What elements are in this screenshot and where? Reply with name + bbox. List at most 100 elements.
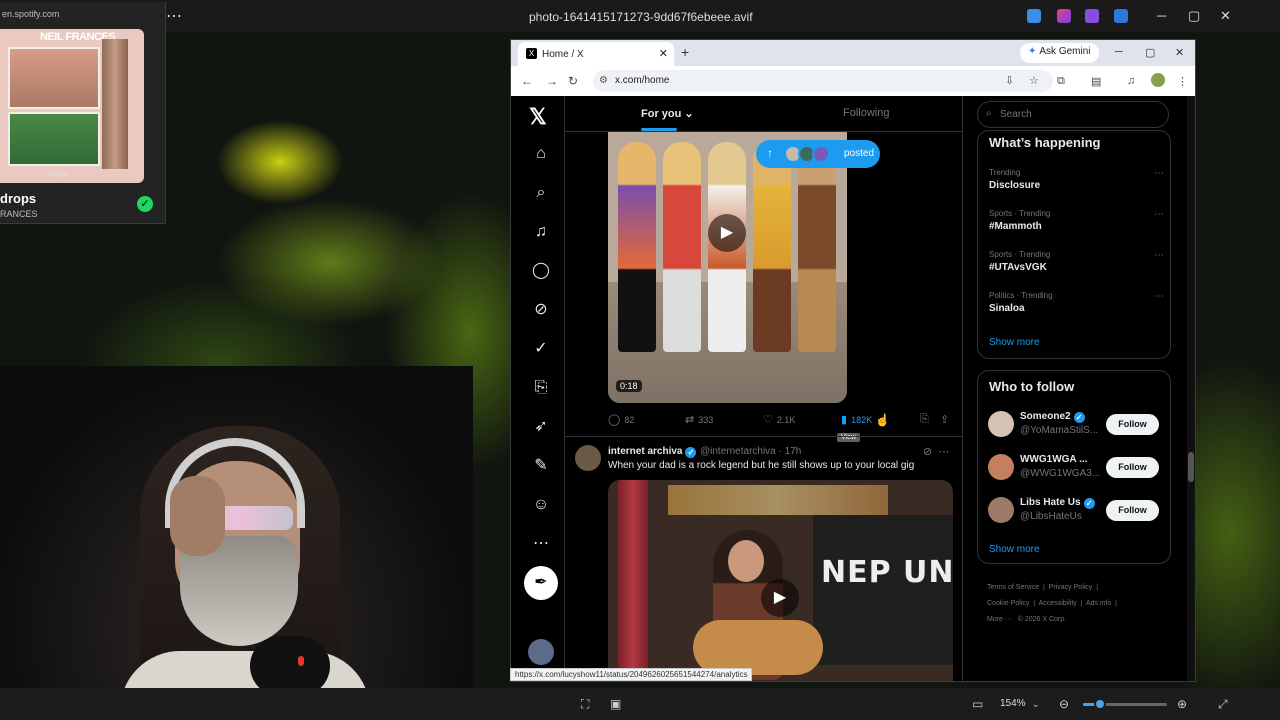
- album-art[interactable]: NEIL FRANCES drops: [0, 29, 144, 183]
- song-artist[interactable]: RANCES: [0, 209, 38, 219]
- notifications-icon[interactable]: ♫: [531, 222, 551, 242]
- footer-terms-link[interactable]: Terms of Service: [987, 584, 1039, 591]
- browser-maximize-icon[interactable]: ▢: [1145, 46, 1155, 59]
- post-more-icon[interactable]: ⋯: [938, 446, 949, 458]
- tab-home-x[interactable]: X Home / X ✕: [518, 42, 674, 66]
- account-avatar[interactable]: [988, 454, 1014, 480]
- maximize-icon[interactable]: ▢: [1188, 8, 1200, 24]
- reload-icon[interactable]: ↻: [568, 74, 578, 88]
- visual-search-icon[interactable]: ⛶: [581, 697, 589, 712]
- zoom-dropdown-icon[interactable]: ⌄: [1032, 699, 1040, 710]
- reading-mode-icon[interactable]: ▤: [1091, 75, 1101, 88]
- account-avatar[interactable]: [988, 411, 1014, 437]
- tab-for-you[interactable]: For you ⌄: [641, 107, 694, 120]
- explore-search-icon[interactable]: ⌕: [531, 183, 551, 203]
- account-avatar[interactable]: [528, 639, 554, 665]
- compose-post-button[interactable]: ✒: [524, 566, 558, 600]
- footer-privacy-link[interactable]: Privacy Policy: [1049, 584, 1093, 591]
- browser-menu-icon[interactable]: ⋮: [1177, 75, 1188, 88]
- repost-button[interactable]: ⇄ 333: [685, 413, 713, 426]
- post-author-name[interactable]: internet archiva ✓: [608, 446, 697, 458]
- follow-button[interactable]: Follow: [1106, 457, 1159, 478]
- trend-name[interactable]: #Mammoth: [989, 221, 1042, 232]
- messages-icon[interactable]: ◯: [531, 261, 551, 281]
- browser-minimize-icon[interactable]: ─: [1115, 46, 1123, 58]
- tab-close-icon[interactable]: ✕: [659, 47, 668, 60]
- follow-show-more-link[interactable]: Show more: [989, 544, 1040, 555]
- trend-more-icon[interactable]: ⋯: [1154, 291, 1164, 302]
- post-author-avatar[interactable]: [575, 445, 601, 471]
- trend-name[interactable]: Sinaloa: [989, 303, 1025, 314]
- account-name[interactable]: WWG1WGA ...: [1020, 454, 1087, 465]
- zoom-in-icon[interactable]: ⊕: [1177, 697, 1187, 711]
- footer-ads-link[interactable]: Ads info: [1086, 600, 1111, 607]
- follow-button[interactable]: Follow: [1106, 414, 1159, 435]
- extensions-icon[interactable]: ⧉: [1057, 75, 1065, 88]
- footer-accessibility-link[interactable]: Accessibility: [1039, 600, 1077, 607]
- post-author-handle[interactable]: @internetarchiva · 17h: [700, 446, 801, 457]
- url-text[interactable]: x.com/home: [615, 75, 669, 86]
- articles-icon[interactable]: ✎: [531, 456, 551, 476]
- zoom-out-icon[interactable]: ⊖: [1059, 697, 1069, 711]
- post-video[interactable]: NEP UN ▶: [608, 480, 953, 681]
- clipchamp-icon[interactable]: [1085, 9, 1099, 23]
- tab-following[interactable]: Following: [843, 107, 889, 119]
- back-icon[interactable]: ←: [521, 74, 533, 88]
- account-avatar[interactable]: [988, 497, 1014, 523]
- song-title[interactable]: drops: [0, 191, 36, 206]
- page-scrollbar[interactable]: [1187, 96, 1195, 681]
- play-icon[interactable]: ▶: [708, 214, 746, 252]
- trend-name[interactable]: Disclosure: [989, 180, 1040, 191]
- install-app-icon[interactable]: ⇩: [1005, 74, 1014, 87]
- designer-icon[interactable]: [1057, 9, 1071, 23]
- footer-cookie-link[interactable]: Cookie Policy: [987, 600, 1029, 607]
- footer-more-link[interactable]: More ···: [987, 616, 1012, 623]
- minimize-icon[interactable]: ─: [1157, 8, 1166, 23]
- site-info-icon[interactable]: ⚙: [599, 75, 608, 86]
- check-circle-icon[interactable]: ✓: [137, 196, 153, 212]
- fit-to-window-icon[interactable]: ▭: [972, 697, 983, 711]
- page-scrollbar-thumb[interactable]: [1188, 452, 1194, 482]
- x-logo-icon[interactable]: 𝕏: [529, 104, 547, 130]
- play-icon[interactable]: ▶: [761, 579, 799, 617]
- bookmark-star-icon[interactable]: ☆: [1029, 74, 1039, 87]
- fullscreen-icon[interactable]: ⤢: [1218, 697, 1228, 712]
- edit-icon[interactable]: [1027, 9, 1041, 23]
- post-text[interactable]: When your dad is a rock legend but he st…: [608, 460, 914, 471]
- trend-more-icon[interactable]: ⋯: [1154, 250, 1164, 261]
- reply-button[interactable]: ◯ 82: [608, 413, 634, 426]
- bookmarks-icon[interactable]: ⎘: [531, 378, 551, 398]
- profile-icon[interactable]: ☺: [531, 495, 551, 515]
- views-button[interactable]: ▮ 182K: [841, 413, 872, 426]
- home-icon[interactable]: ⌂: [531, 144, 551, 164]
- grok-explain-icon[interactable]: ⊘: [923, 446, 932, 458]
- new-tab-button[interactable]: +: [681, 44, 689, 60]
- account-name[interactable]: Someone2 ✓: [1020, 411, 1085, 423]
- ask-gemini-button[interactable]: ✦ Ask Gemini: [1020, 43, 1099, 63]
- share-button[interactable]: ⇪: [940, 413, 953, 426]
- more-menu-icon[interactable]: ⋯: [531, 534, 551, 554]
- trend-name[interactable]: #UTAvsVGK: [989, 262, 1047, 273]
- browser-close-icon[interactable]: ✕: [1175, 46, 1184, 59]
- bookmark-button[interactable]: ⎘: [920, 413, 933, 426]
- trend-more-icon[interactable]: ⋯: [1154, 168, 1164, 179]
- trends-show-more-link[interactable]: Show more: [989, 337, 1040, 348]
- close-icon[interactable]: ✕: [1220, 8, 1231, 24]
- premium-verified-icon[interactable]: ✓: [531, 339, 551, 359]
- viewer-more-button[interactable]: ⋯: [166, 6, 182, 26]
- follow-button[interactable]: Follow: [1106, 500, 1159, 521]
- profile-avatar[interactable]: [1151, 73, 1165, 87]
- post-video[interactable]: ▶ 0:18: [608, 132, 847, 403]
- url-field[interactable]: ⚙ x.com/home ⇩ ☆: [593, 70, 1053, 92]
- account-name[interactable]: Libs Hate Us ✓: [1020, 497, 1095, 509]
- media-controls-icon[interactable]: ♫: [1127, 75, 1135, 87]
- like-button[interactable]: ♡ 2.1K: [763, 413, 795, 426]
- creator-studio-icon[interactable]: ➶: [531, 417, 551, 437]
- trend-more-icon[interactable]: ⋯: [1154, 209, 1164, 220]
- new-posts-pill[interactable]: ↑ posted: [756, 140, 880, 168]
- text-extract-icon[interactable]: ▣: [610, 697, 621, 711]
- forward-icon[interactable]: →: [546, 74, 558, 88]
- grok-icon[interactable]: ⊘: [531, 300, 551, 320]
- zoom-level[interactable]: 154%: [1000, 698, 1026, 709]
- search-input[interactable]: ⌕ Search: [977, 101, 1169, 128]
